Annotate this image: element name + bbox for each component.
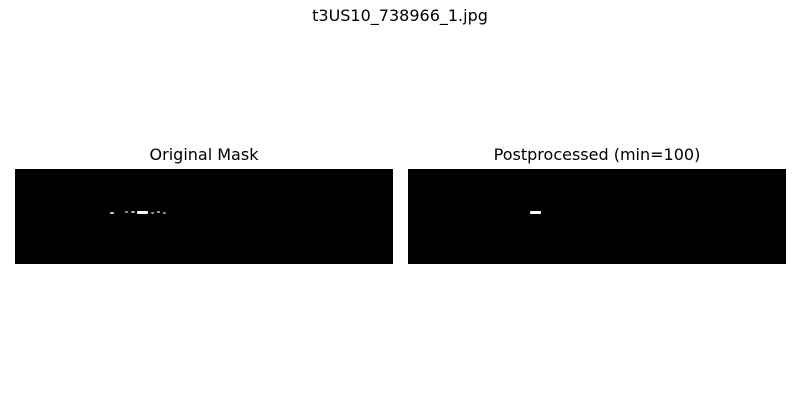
- postprocessed-mask-title: Postprocessed (min=100): [493, 145, 701, 164]
- mask-blob: [157, 211, 160, 213]
- figure-title: t3US10_738966_1.jpg: [312, 6, 488, 25]
- mask-blob: [110, 212, 114, 214]
- postprocessed-mask-panel: Postprocessed (min=100): [408, 144, 786, 264]
- mask-blob: [151, 212, 154, 214]
- mask-blob: [530, 211, 541, 214]
- mask-blob: [137, 211, 148, 214]
- mask-blob: [131, 211, 135, 213]
- mask-blob: [163, 212, 166, 214]
- postprocessed-mask-image: [408, 169, 786, 264]
- original-mask-panel: Original Mask: [15, 144, 393, 264]
- original-mask-image: [15, 169, 393, 264]
- original-mask-title: Original Mask: [149, 145, 259, 164]
- mask-blob: [125, 211, 128, 213]
